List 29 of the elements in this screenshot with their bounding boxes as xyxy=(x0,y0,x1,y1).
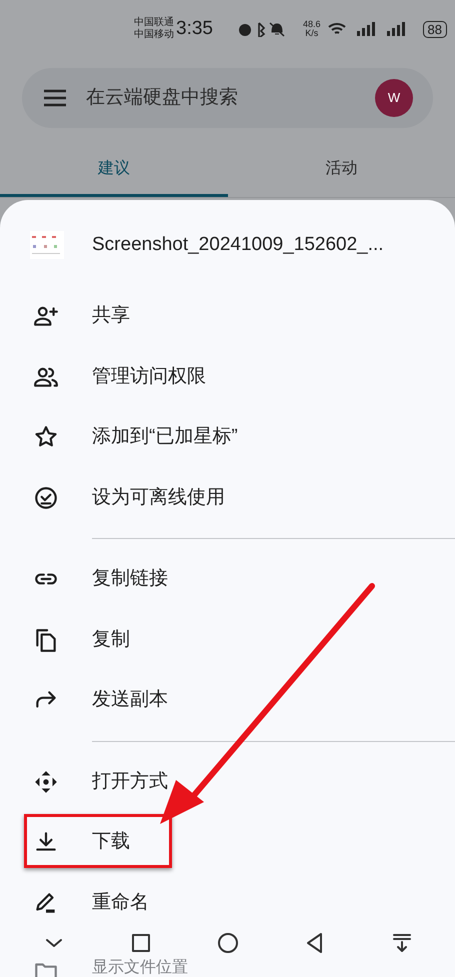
menu-item[interactable]: 添加到“已加星标” xyxy=(92,423,238,452)
search-placeholder: 在云端硬盘中搜索 xyxy=(86,86,238,110)
copy-icon xyxy=(33,626,59,653)
tab[interactable]: 活动 xyxy=(228,143,455,197)
four-way-arrow-icon xyxy=(33,768,59,795)
circle-icon[interactable] xyxy=(216,931,240,955)
search-bar[interactable]: 在云端硬盘中搜索 W xyxy=(22,68,433,128)
menu-item[interactable]: 下载 xyxy=(92,828,130,856)
battery-indicator: 88 xyxy=(422,20,447,38)
file-name: Screenshot_20241009_152602_... xyxy=(92,232,384,257)
speed-unit: K/s xyxy=(305,29,318,38)
clock-time: 3:35 xyxy=(176,16,213,41)
tab[interactable]: 建议 xyxy=(0,143,228,197)
menu-item[interactable]: 重命名 xyxy=(92,888,149,917)
file-thumbnail xyxy=(30,231,64,259)
menu-item[interactable]: 共享 xyxy=(92,302,130,330)
check-circle-icon xyxy=(33,484,59,511)
carrier-name: 中国联通 xyxy=(134,17,174,28)
menu-item[interactable]: 复制链接 xyxy=(92,565,168,594)
carrier-name: 中国移动 xyxy=(134,29,174,41)
menu-item[interactable]: 显示文件位置 xyxy=(92,958,188,977)
menu-item[interactable]: 设为可离线使用 xyxy=(92,484,225,512)
menu-item[interactable]: 复制 xyxy=(92,626,130,654)
menu-item[interactable]: 管理访问权限 xyxy=(92,362,206,391)
menu-icon[interactable] xyxy=(42,88,68,108)
menu-item[interactable]: 发送副本 xyxy=(92,686,168,714)
avatar[interactable]: W xyxy=(375,79,413,117)
menu-item[interactable]: 打开方式 xyxy=(92,768,168,796)
network-speed: 48.6 xyxy=(303,20,321,29)
